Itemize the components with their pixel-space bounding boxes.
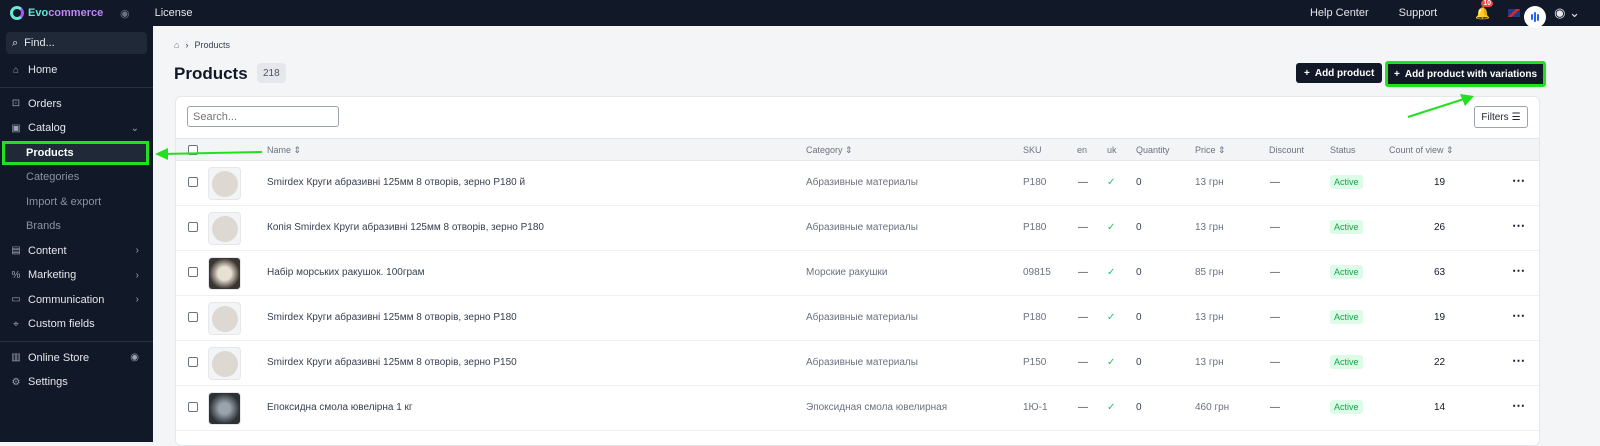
arrowhead-left [155,148,168,160]
arrow-to-products [161,151,263,155]
arrow-to-variations [1407,97,1468,118]
annotation-arrows [155,94,1474,160]
